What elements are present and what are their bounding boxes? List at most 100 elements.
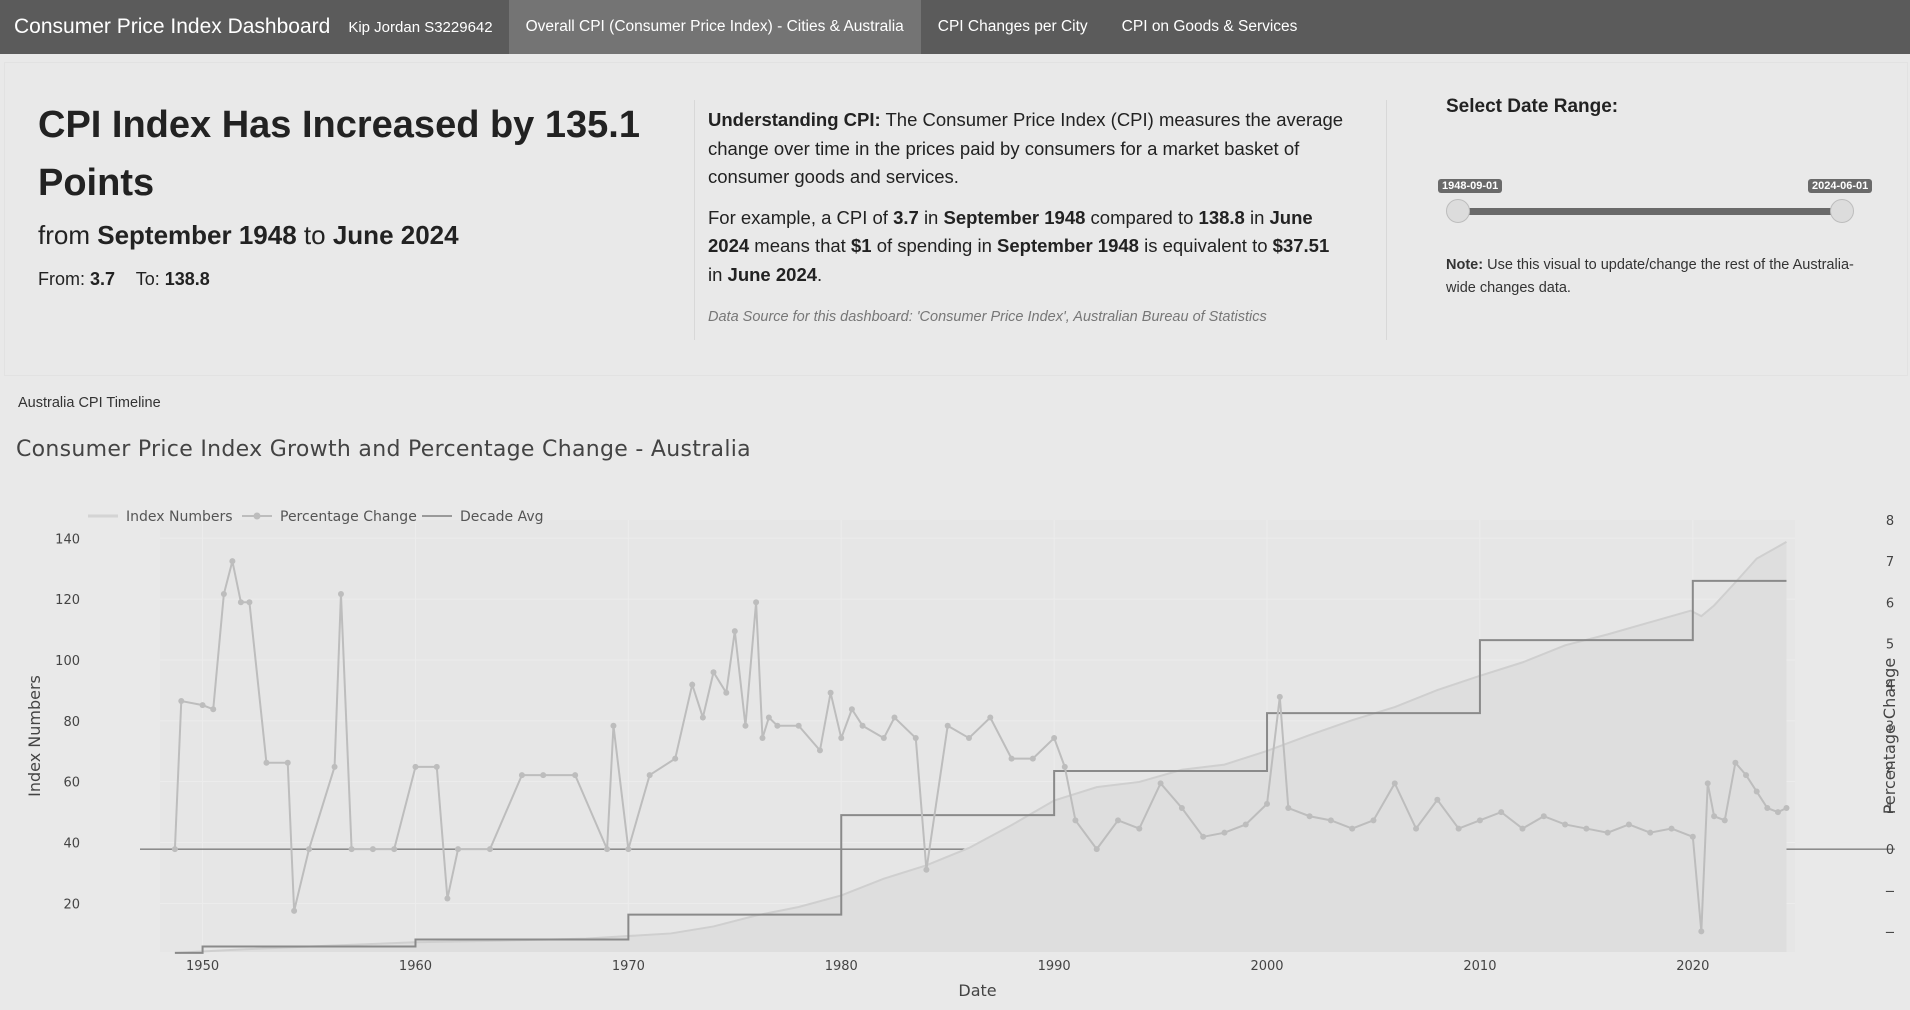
to-label: To:: [135, 269, 160, 289]
navbar: Consumer Price Index Dashboard Kip Jorda…: [0, 0, 1910, 54]
x-tick-label: 1990: [1038, 959, 1071, 974]
percentage-change-point: [237, 599, 244, 606]
subtitle-prefix: from: [38, 220, 90, 250]
percentage-change-point: [816, 747, 823, 754]
example-paragraph: For example, a CPI of 3.7 in September 1…: [708, 204, 1348, 290]
percentage-change-point: [1498, 809, 1505, 816]
percentage-change-point: [1583, 825, 1590, 832]
y-tick-label: 80: [63, 715, 80, 730]
tab-cpi-changes-per-city[interactable]: CPI Changes per City: [921, 0, 1105, 54]
percentage-change-point: [1783, 805, 1790, 811]
brand-title[interactable]: Consumer Price Index Dashboard: [0, 15, 344, 39]
percentage-change-point: [1115, 817, 1122, 824]
percentage-change-point: [369, 846, 376, 853]
x-tick-label: 1960: [399, 959, 432, 974]
percentage-change-point: [306, 846, 313, 853]
percentage-change-point: [1008, 755, 1015, 762]
percentage-change-point: [912, 735, 919, 742]
percentage-change-point: [731, 628, 738, 635]
slider-start-handle[interactable]: [1446, 199, 1470, 223]
percentage-change-point: [1668, 825, 1675, 832]
percentage-change-point: [1647, 829, 1654, 836]
percentage-change-point: [944, 722, 951, 729]
cpi-timeline-chart[interactable]: Index Numbers Percentage Change Decade Avg…: [0, 490, 1910, 1010]
percentage-change-point: [1306, 813, 1313, 820]
x-tick-label: 1970: [612, 959, 645, 974]
percentage-change-point: [1625, 821, 1632, 828]
percentage-change-point: [742, 722, 749, 729]
percentage-change-point: [859, 722, 866, 729]
percentage-change-point: [1519, 825, 1526, 832]
percentage-change-point: [891, 714, 898, 721]
percentage-change-point: [1455, 825, 1462, 832]
percentage-change-point: [1276, 693, 1283, 700]
x-tick-label: 2010: [1463, 959, 1496, 974]
slider-track[interactable]: [1458, 208, 1842, 215]
y-tick-label: 100: [55, 654, 80, 669]
percentage-change-point: [518, 772, 525, 779]
percentage-change-point: [199, 702, 206, 709]
slider-start-label: 1948-09-01: [1438, 179, 1503, 193]
percentage-change-point: [1200, 833, 1207, 840]
percentage-change-point: [1711, 813, 1718, 820]
percentage-change-point: [1391, 780, 1398, 787]
percentage-change-point: [455, 846, 462, 853]
legend-index-numbers: Index Numbers: [88, 509, 233, 525]
x-tick-label: 1950: [186, 959, 219, 974]
explainer-heading: Understanding CPI:: [708, 109, 881, 130]
percentage-change-point: [923, 866, 930, 873]
percentage-change-point: [331, 763, 338, 770]
y2-tick-label: −: [1885, 925, 1896, 940]
divider: [694, 100, 695, 340]
date-range-slider[interactable]: 1948-09-01 2024-06-01: [1438, 142, 1873, 223]
percentage-change-point: [1413, 825, 1420, 832]
y-tick-label: 60: [63, 776, 80, 791]
percentage-change-point: [229, 558, 236, 565]
tab-cpi-goods-services[interactable]: CPI on Goods & Services: [1105, 0, 1315, 54]
percentage-change-point: [171, 846, 178, 853]
example-text: is equivalent to: [1144, 235, 1268, 256]
percentage-change-point: [1753, 788, 1760, 795]
y-tick-label: 40: [63, 836, 80, 851]
percentage-change-point: [838, 735, 845, 742]
percentage-change-point: [1221, 829, 1228, 836]
subtitle-mid: to: [303, 220, 326, 250]
percentage-change-point: [1732, 759, 1739, 766]
percentage-change-point: [1136, 825, 1143, 832]
percentage-change-point: [1540, 813, 1547, 820]
percentage-change-point: [337, 591, 344, 598]
percentage-change-point: [1370, 817, 1377, 824]
y2-tick-label: 7: [1886, 555, 1894, 570]
y-tick-label: 120: [55, 593, 80, 608]
example-text: compared to: [1090, 206, 1194, 228]
x-tick-label: 2000: [1250, 959, 1283, 974]
percentage-change-point: [689, 681, 696, 688]
tab-overall-cpi[interactable]: Overall CPI (Consumer Price Index) - Cit…: [508, 0, 921, 54]
percentage-change-point: [848, 706, 855, 713]
example-equivalent-value: $37.51: [1272, 235, 1330, 256]
percentage-change-point: [1061, 763, 1068, 770]
percentage-change-point: [880, 735, 887, 742]
percentage-change-point: [1242, 821, 1249, 828]
percentage-change-point: [572, 772, 579, 779]
example-text: means that: [754, 235, 846, 256]
slider-end-handle[interactable]: [1830, 199, 1854, 223]
y2-tick-label: 5: [1886, 637, 1894, 652]
percentage-change-point: [1604, 829, 1611, 836]
legend-label: Decade Avg: [460, 509, 544, 525]
percentage-change-point: [1157, 780, 1164, 787]
note-text: Use this visual to update/change the res…: [1446, 257, 1854, 296]
percentage-change-point: [284, 759, 291, 766]
percentage-change-point: [965, 735, 972, 742]
source-link[interactable]: 'Consumer Price Index', Australian Burea…: [917, 309, 1267, 325]
example-text: in: [923, 206, 939, 228]
divider: [1386, 100, 1387, 340]
percentage-change-point: [1743, 772, 1750, 779]
percentage-change-point: [795, 722, 802, 729]
percentage-change-point: [1264, 800, 1271, 807]
example-text: For example, a CPI of: [708, 206, 888, 228]
date-range-subtitle: from September 1948 to June 2024: [38, 220, 678, 251]
percentage-change-point: [178, 698, 185, 705]
card-title: Australia CPI Timeline: [18, 395, 161, 411]
note-label: Note:: [1446, 257, 1484, 273]
